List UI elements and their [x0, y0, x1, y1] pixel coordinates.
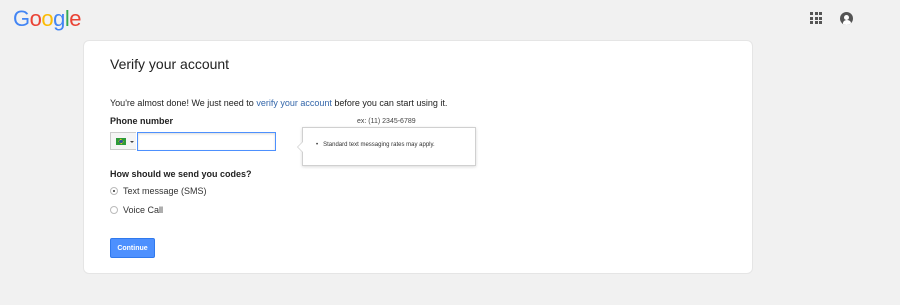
phone-example-hint: ex: (11) 2345-6789	[357, 118, 416, 125]
logo-letter: G	[13, 6, 30, 31]
send-codes-label: How should we send you codes?	[110, 169, 252, 179]
phone-number-label: Phone number	[110, 116, 174, 126]
logo-letter: o	[29, 6, 42, 31]
radio-button[interactable]	[110, 206, 118, 214]
tooltip-text: Standard text messaging rates may apply.	[323, 142, 435, 148]
radio-option-sms[interactable]: Text message (SMS)	[110, 185, 207, 197]
apps-grid-icon[interactable]	[810, 12, 822, 24]
bullet-icon: •	[316, 142, 319, 148]
radio-button-checked[interactable]	[110, 187, 118, 195]
country-selector[interactable]	[110, 132, 136, 150]
brazil-flag-icon	[116, 138, 126, 145]
phone-number-input[interactable]	[137, 132, 276, 151]
page-title: Verify your account	[110, 56, 230, 72]
continue-button[interactable]: Continue	[110, 238, 155, 258]
caret-down-icon	[130, 141, 134, 143]
account-circle-icon[interactable]	[840, 12, 853, 25]
logo-letter: e	[69, 6, 82, 31]
radio-label: Text message (SMS)	[123, 186, 207, 196]
intro-text-before: You're almost done! We just need to	[110, 98, 257, 108]
intro-text-after: before you can start using it.	[331, 98, 448, 108]
intro-text: You're almost done! We just need to veri…	[110, 98, 447, 108]
radio-option-voice[interactable]: Voice Call	[110, 204, 163, 216]
verify-card: Verify your account You're almost done! …	[83, 40, 753, 274]
radio-label: Voice Call	[123, 205, 164, 215]
tooltip-item: • Standard text messaging rates may apply…	[316, 142, 435, 148]
logo-letter: o	[41, 6, 54, 31]
verify-account-link[interactable]: verify your account	[256, 98, 332, 108]
logo-letter: g	[53, 6, 65, 31]
sms-rates-tooltip: • Standard text messaging rates may apply…	[297, 127, 476, 166]
google-logo[interactable]: Google	[13, 6, 82, 32]
